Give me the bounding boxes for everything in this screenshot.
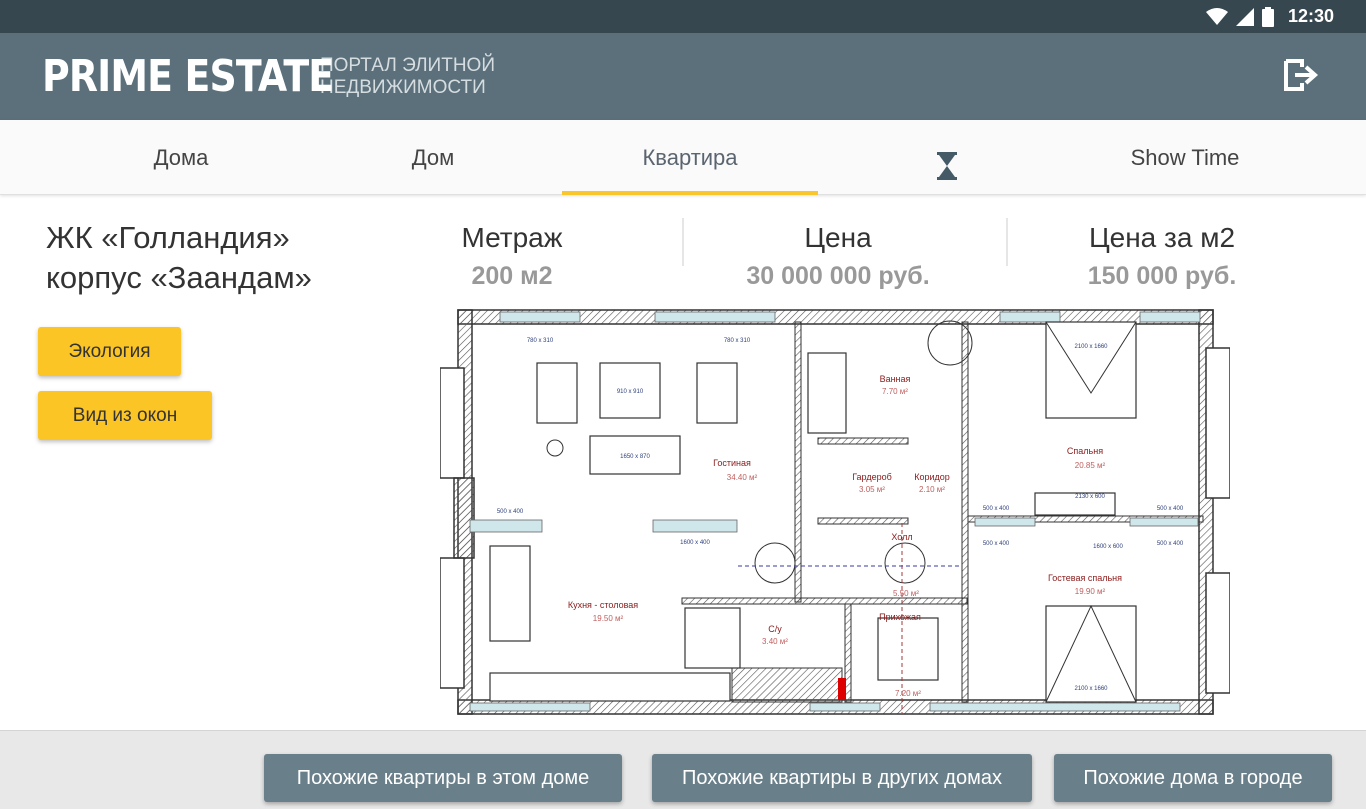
tab-bar: Дома Дом Квартира Show Time [0,120,1366,195]
furniture-label: 500 x 400 [983,506,1010,512]
room-name: Гостиная [713,458,751,468]
similar-city-houses-button[interactable]: Похожие дома в городе [1054,754,1332,802]
furniture-label: 2100 x 1660 [1074,686,1108,692]
room-area: 20.85 м² [1075,461,1106,470]
area-stat: Метраж 200 м2 [352,218,672,291]
status-time: 12:30 [1287,6,1334,26]
tab-houses[interactable]: Дома [52,120,310,195]
room-area: 5.50 м² [893,589,919,598]
room-name: Прихожая [879,612,921,622]
furniture-label: 1600 x 400 [680,540,710,546]
battery-icon [1261,6,1274,27]
furniture-label: 500 x 400 [497,509,524,515]
room-area: 3.05 м² [859,485,885,494]
price-value: 30 000 000 руб. [746,262,930,290]
complex-title: ЖК «Голландия» корпус «Заандам» [46,218,312,298]
room-area: 19.90 м² [1075,587,1106,596]
area-value: 200 м2 [471,262,553,290]
floor-plan[interactable]: Гостиная 34.40 м² Кухня - столовая 19.50… [440,308,1230,720]
furniture-label: 910 x 910 [617,389,644,395]
building-name: корпус «Заандам» [46,260,312,295]
room-name: Спальня [1067,446,1103,456]
price-label: Цена [804,222,872,253]
furniture-label: 2130 x 600 [1075,494,1105,500]
similar-other-buildings-button[interactable]: Похожие квартиры в других домах [652,754,1032,802]
price-stat: Цена 30 000 000 руб. [678,218,998,291]
furniture-label: 780 x 310 [724,338,751,344]
entrance-marker [838,678,846,700]
furniture-label: 1650 x 870 [620,454,650,460]
area-label: Метраж [461,222,563,253]
complex-name: ЖК «Голландия» [46,220,290,255]
furniture-label: 500 x 400 [983,541,1010,547]
room-name: Гардероб [852,472,892,482]
price-per-m2-stat: Цена за м2 150 000 руб. [1002,218,1322,291]
price-per-m2-label: Цена за м2 [1088,222,1236,253]
app-header: PRIME ESTATE ПОРТАЛ ЭЛИТНОЙ НЕДВИЖИМОСТИ [0,33,1366,120]
status-bar: 12:30 [0,0,1366,33]
wifi-icon [1205,7,1228,25]
hourglass-icon[interactable] [936,152,958,180]
room-area: 3.40 м² [762,637,788,646]
room-area: 7.20 м² [895,689,921,698]
room-name: С/у [768,624,782,634]
room-area: 19.50 м² [593,614,624,623]
room-area: 34.40 м² [727,473,758,482]
furniture-label: 1600 x 600 [1093,544,1123,550]
ecology-button[interactable]: Экология [38,327,181,376]
tab-show-time[interactable]: Show Time [1040,120,1330,195]
room-area: 2.10 м² [919,485,945,494]
similar-same-building-button[interactable]: Похожие квартиры в этом доме [264,754,622,802]
tab-apartment[interactable]: Квартира [562,120,818,195]
room-area: 7.70 м² [882,387,908,396]
signal-icon [1235,7,1254,26]
room-name: Гостевая спальня [1048,573,1122,583]
furniture-label: 500 x 400 [1157,541,1184,547]
price-per-m2-value: 150 000 руб. [1087,262,1237,290]
logo-title: PRIME ESTATE [42,51,334,102]
logout-icon[interactable] [1282,57,1320,93]
logo-subtitle: ПОРТАЛ ЭЛИТНОЙ НЕДВИЖИМОСТИ [320,54,495,98]
window-view-button[interactable]: Вид из окон [38,391,212,440]
tab-house[interactable]: Дом [305,120,561,195]
room-name: Кухня - столовая [568,600,638,610]
furniture-label: 2100 x 1660 [1074,344,1108,350]
room-name: Холл [891,532,912,542]
furniture-label: 500 x 400 [1157,506,1184,512]
room-name: Коридор [914,472,950,482]
furniture [489,321,1137,703]
room-name: Ванная [880,374,911,384]
furniture-label: 780 x 310 [527,338,554,344]
